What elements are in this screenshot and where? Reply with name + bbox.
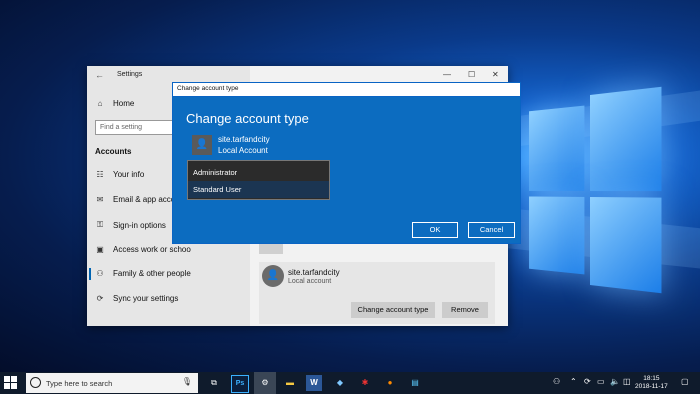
change-account-type-dialog: Change account type 👤 site.tarfandcity L…	[172, 96, 521, 244]
cancel-button[interactable]: Cancel	[468, 222, 515, 238]
clock-time: 18:15	[643, 375, 660, 382]
home-label: Home	[113, 99, 135, 108]
taskbar-search-input[interactable]: Type here to search 🎙	[26, 373, 198, 393]
user-account-type: Local account	[288, 278, 332, 285]
dialog-window-title: Change account type	[177, 85, 239, 92]
taskbar-search-placeholder: Type here to search	[46, 379, 113, 388]
sidebar-item-your-info[interactable]: ☷ Your info	[95, 170, 144, 179]
person-card-icon: ☷	[96, 170, 104, 179]
window-title: Settings	[117, 71, 143, 78]
battery-icon[interactable]: ▭	[597, 377, 605, 386]
file-explorer-icon[interactable]: ▬	[282, 375, 298, 391]
cortana-icon	[30, 377, 41, 388]
home-nav[interactable]: ⌂ Home	[95, 99, 135, 108]
user-avatar-icon: 👤	[262, 265, 284, 287]
taskbar: Type here to search 🎙 ⧉ Ps ⚙ ▬ W ◆ ✱ ● ▤…	[0, 372, 700, 394]
dialog-titlebar: Change account type	[172, 82, 521, 96]
home-icon: ⌂	[97, 99, 103, 108]
sidebar-item-email[interactable]: ✉ Email & app accou	[95, 195, 180, 204]
people-icon: ⚇	[96, 269, 104, 278]
remove-button[interactable]: Remove	[442, 302, 488, 318]
dialog-user-name: site.tarfandcity	[218, 135, 270, 144]
key-icon: ⚿	[96, 220, 104, 229]
search-placeholder: Find a setting	[100, 124, 143, 131]
app-window-icon[interactable]: ▤	[407, 375, 423, 391]
briefcase-icon: ▣	[96, 245, 104, 254]
word-icon[interactable]: W	[306, 375, 322, 391]
photoshop-icon[interactable]: Ps	[231, 375, 249, 393]
sync-tray-icon[interactable]: ⟳	[584, 377, 591, 386]
sidebar-item-label: Access work or schoo	[113, 245, 191, 254]
dialog-user-type: Local Account	[218, 146, 268, 155]
sidebar-item-work[interactable]: ▣ Access work or schoo	[95, 245, 191, 254]
user-avatar-icon: 👤	[192, 135, 212, 155]
sync-icon: ⟳	[96, 294, 104, 303]
mail-icon: ✉	[96, 195, 104, 204]
ok-button[interactable]: OK	[412, 222, 458, 238]
app-red-icon[interactable]: ✱	[357, 375, 373, 391]
sidebar-item-label: Sign-in options	[113, 220, 166, 230]
sidebar-item-label: Family & other people	[113, 269, 191, 278]
notifications-icon[interactable]: ▢	[681, 377, 689, 386]
close-icon[interactable]: ✕	[492, 70, 499, 79]
option-administrator[interactable]: Administrator	[188, 164, 329, 181]
sidebar-item-label: Your info	[113, 170, 145, 179]
microphone-icon[interactable]: 🎙	[182, 377, 192, 386]
clock[interactable]: 18:15 2018-11-17	[635, 375, 668, 391]
chevron-up-icon[interactable]: ⌃	[570, 377, 577, 386]
sidebar-item-label: Email & app accou	[113, 195, 180, 204]
app-icon[interactable]: ◆	[332, 375, 348, 391]
maximize-icon[interactable]: ☐	[468, 70, 475, 79]
firefox-icon[interactable]: ●	[382, 375, 398, 391]
section-title: Accounts	[95, 147, 132, 156]
network-icon[interactable]: ◫	[623, 377, 631, 386]
volume-icon[interactable]: 🔈	[610, 377, 620, 386]
sidebar-item-family[interactable]: ⚇ Family & other people	[95, 269, 191, 278]
people-tray-icon[interactable]: ⚇	[553, 377, 560, 386]
start-button[interactable]	[4, 376, 18, 390]
account-type-dropdown[interactable]: Administrator Standard User	[187, 160, 330, 200]
sidebar-item-sign-in[interactable]: ⚿ Sign-in options	[95, 220, 166, 230]
settings-gear-icon[interactable]: ⚙	[257, 375, 273, 391]
minimize-icon[interactable]: —	[443, 70, 451, 79]
user-name: site.tarfandcity	[288, 268, 340, 277]
sidebar-item-label: Sync your settings	[113, 294, 179, 303]
active-indicator	[89, 268, 91, 280]
option-standard-user[interactable]: Standard User	[188, 181, 329, 198]
task-view-icon[interactable]: ⧉	[206, 375, 222, 391]
sidebar-item-sync[interactable]: ⟳ Sync your settings	[95, 294, 179, 303]
dialog-heading: Change account type	[186, 111, 309, 126]
back-arrow-icon[interactable]: ←	[95, 70, 104, 80]
change-account-type-button[interactable]: Change account type	[351, 302, 435, 318]
windows-logo	[529, 86, 662, 294]
clock-date: 2018-11-17	[635, 383, 668, 390]
